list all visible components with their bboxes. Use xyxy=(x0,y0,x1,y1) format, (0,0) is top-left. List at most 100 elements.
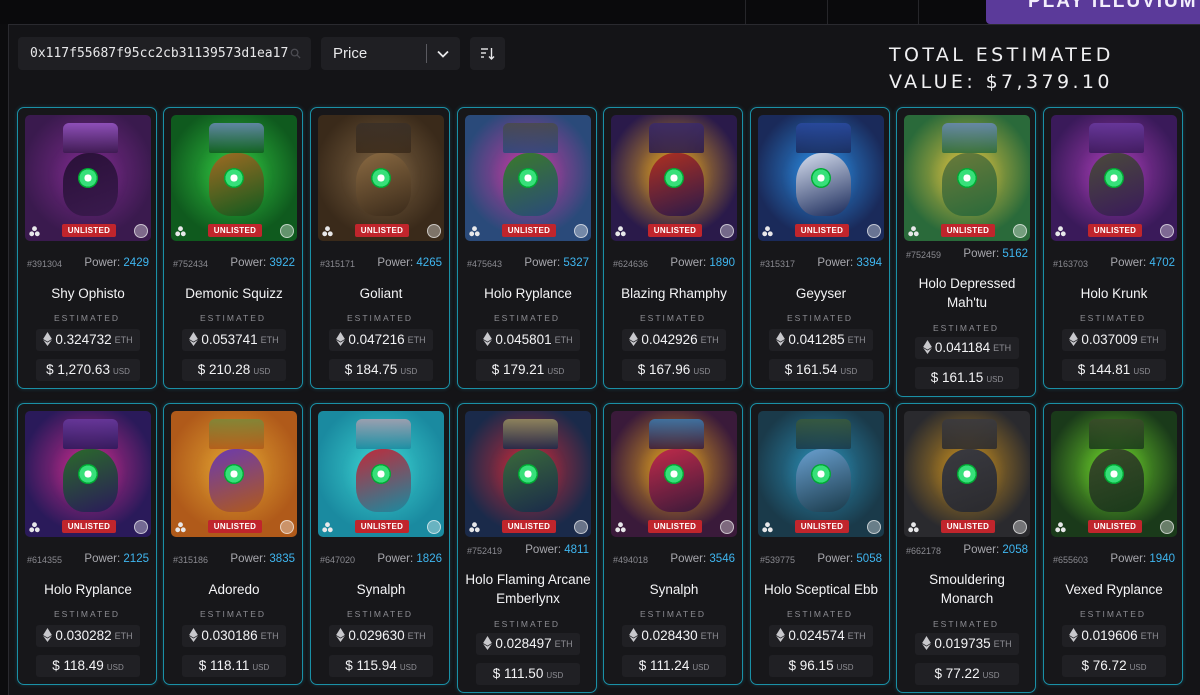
illuvial-name[interactable]: Vexed Ryplance xyxy=(1048,580,1180,599)
id-power-row: #163703 Power: 4702 xyxy=(1053,257,1175,271)
creature-eye xyxy=(517,463,539,485)
play-illuvium-button[interactable]: PLAY ILLUVIUM xyxy=(986,0,1200,24)
sort-by-select[interactable]: Price xyxy=(321,37,460,70)
usd-unit: USD xyxy=(693,367,711,376)
eth-value: 0.324732 xyxy=(55,332,112,347)
eth-value: 0.028497 xyxy=(495,636,552,651)
illuvial-card[interactable]: UNLISTED #662178 Power: 2058 Smouldering… xyxy=(896,403,1036,693)
illuvial-name[interactable]: Shy Ophisto xyxy=(22,284,154,303)
illuvial-card[interactable]: UNLISTED #647020 Power: 1826 Synalph EST… xyxy=(310,403,450,685)
eth-value: 0.041285 xyxy=(788,332,845,347)
illuvial-card[interactable]: UNLISTED #494018 Power: 3546 Synalph EST… xyxy=(603,403,743,685)
wallet-search-input[interactable] xyxy=(18,37,288,70)
usd-unit: USD xyxy=(112,367,130,376)
illuvial-card[interactable]: UNLISTED #752419 Power: 4811 Holo Flamin… xyxy=(457,403,597,693)
illuvial-name[interactable]: Adoredo xyxy=(168,580,300,599)
nav-segment[interactable] xyxy=(827,0,918,24)
eth-icon xyxy=(189,627,199,642)
illuvial-name[interactable]: Holo Flaming Arcane Emberlynx xyxy=(462,570,594,608)
eth-icon xyxy=(629,331,639,346)
illuvial-artwork[interactable] xyxy=(904,411,1030,537)
usd-unit: USD xyxy=(1129,663,1147,672)
token-id: #315186 xyxy=(173,555,209,565)
unlisted-badge: UNLISTED xyxy=(1088,520,1142,533)
illuvial-card[interactable]: UNLISTED #655603 Power: 1940 Vexed Rypla… xyxy=(1043,403,1183,685)
affinity-badge-icon xyxy=(574,520,588,534)
usd-unit: USD xyxy=(400,367,418,376)
token-id: #752459 xyxy=(906,250,942,260)
illuvial-artwork[interactable] xyxy=(171,411,297,537)
illuvial-name[interactable]: Goliant xyxy=(315,284,447,303)
illuvial-artwork[interactable] xyxy=(318,411,444,537)
affinity-badge-icon xyxy=(867,224,881,238)
illuvial-name[interactable]: Holo Ryplance xyxy=(22,580,154,599)
sort-direction-button[interactable] xyxy=(470,37,505,70)
illuvial-artwork[interactable] xyxy=(1051,115,1177,241)
illuvial-name[interactable]: Holo Sceptical Ebb xyxy=(755,580,887,599)
affinity-badge-icon xyxy=(867,520,881,534)
power-label: Power: xyxy=(1110,553,1147,565)
illuvial-card[interactable]: UNLISTED #539775 Power: 5058 Holo Scepti… xyxy=(750,403,890,685)
illuvial-card[interactable]: UNLISTED #315186 Power: 3835 Adoredo EST… xyxy=(163,403,303,685)
illuvium-logo-icon xyxy=(175,522,186,533)
usd-unit: USD xyxy=(840,367,858,376)
illuvial-card[interactable]: UNLISTED #752459 Power: 5162 Holo Depres… xyxy=(896,107,1036,397)
eth-icon xyxy=(1069,331,1079,346)
illuvial-artwork[interactable] xyxy=(465,115,591,241)
eth-unit: ETH xyxy=(847,335,866,345)
usd-value: $ 167.96 xyxy=(637,362,691,377)
illuvial-artwork[interactable] xyxy=(758,411,884,537)
id-power-row: #662178 Power: 2058 xyxy=(906,544,1028,558)
usd-value: $ 161.54 xyxy=(784,362,838,377)
unlisted-badge: UNLISTED xyxy=(62,224,116,237)
power-value: 4702 xyxy=(1149,257,1175,269)
illuvial-artwork[interactable] xyxy=(465,411,591,537)
illuvial-name[interactable]: Demonic Squizz xyxy=(168,284,300,303)
illuvial-name[interactable]: Synalph xyxy=(315,580,447,599)
illuvial-name[interactable]: Geyyser xyxy=(755,284,887,303)
illuvial-name[interactable]: Holo Ryplance xyxy=(462,284,594,303)
nav-segment[interactable] xyxy=(918,0,986,24)
illuvial-artwork[interactable] xyxy=(318,115,444,241)
unlisted-badge: UNLISTED xyxy=(941,520,995,533)
usd-unit: USD xyxy=(547,367,565,376)
illuvial-name[interactable]: Synalph xyxy=(608,580,740,599)
affinity-badge-icon xyxy=(1013,224,1027,238)
power-stat: Power: 4265 xyxy=(377,257,442,269)
illuvial-card[interactable]: UNLISTED #315317 Power: 3394 Geyyser EST… xyxy=(750,107,890,389)
illuvium-logo-icon xyxy=(469,522,480,533)
illuvial-artwork[interactable] xyxy=(758,115,884,241)
illuvial-card[interactable]: UNLISTED #614355 Power: 2125 Holo Ryplan… xyxy=(17,403,157,685)
eth-unit: ETH xyxy=(700,335,719,345)
illuvial-artwork[interactable] xyxy=(904,115,1030,241)
illuvial-artwork[interactable] xyxy=(25,115,151,241)
wallet-search[interactable] xyxy=(18,37,311,70)
illuvial-artwork[interactable] xyxy=(611,411,737,537)
illuvial-name[interactable]: Holo Krunk xyxy=(1048,284,1180,303)
eth-value: 0.029630 xyxy=(348,628,405,643)
illuvial-card[interactable]: UNLISTED #752434 Power: 3922 Demonic Squ… xyxy=(163,107,303,389)
illuvial-card[interactable]: UNLISTED #624636 Power: 1890 Blazing Rha… xyxy=(603,107,743,389)
affinity-badge-icon xyxy=(427,520,441,534)
illuvial-card[interactable]: UNLISTED #163703 Power: 4702 Holo Krunk … xyxy=(1043,107,1183,389)
id-power-row: #624636 Power: 1890 xyxy=(613,257,735,271)
estimated-label: ESTIMATED xyxy=(932,619,999,629)
illuvial-name[interactable]: Holo Depressed Mah'tu xyxy=(901,274,1033,312)
illuvial-artwork[interactable] xyxy=(611,115,737,241)
illuvial-artwork[interactable] xyxy=(171,115,297,241)
nav-segment[interactable] xyxy=(745,0,827,24)
illuvial-card[interactable]: UNLISTED #315171 Power: 4265 Goliant EST… xyxy=(310,107,450,389)
token-id: #494018 xyxy=(613,555,649,565)
illuvial-name[interactable]: Blazing Rhamphy xyxy=(608,284,740,303)
illuvial-artwork[interactable] xyxy=(25,411,151,537)
eth-icon xyxy=(336,331,346,346)
illuvial-artwork[interactable] xyxy=(1051,411,1177,537)
power-label: Power: xyxy=(230,257,267,269)
eth-unit: ETH xyxy=(1140,631,1159,641)
creature-eye xyxy=(810,463,832,485)
illuvial-card[interactable]: UNLISTED #475643 Power: 5327 Holo Ryplan… xyxy=(457,107,597,389)
usd-unit: USD xyxy=(836,663,854,672)
usd-value: $ 144.81 xyxy=(1077,362,1131,377)
illuvial-card[interactable]: UNLISTED #391304 Power: 2429 Shy Ophisto… xyxy=(17,107,157,389)
illuvial-name[interactable]: Smouldering Monarch xyxy=(901,570,1033,608)
